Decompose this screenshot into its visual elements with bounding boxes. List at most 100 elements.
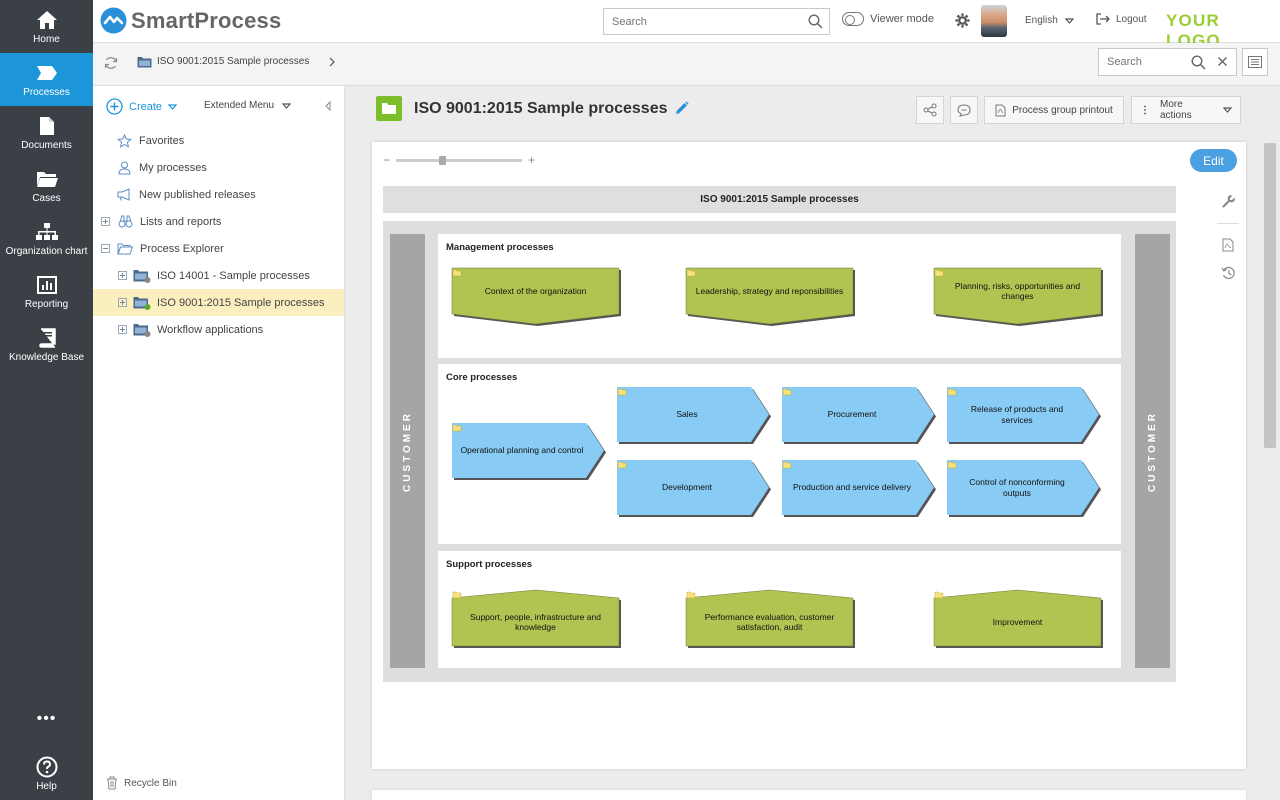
extended-menu[interactable]: Extended Menu <box>204 100 292 111</box>
nav-label: Knowledge Base <box>8 351 85 363</box>
tree-item-label: New published releases <box>139 188 256 201</box>
process-shape[interactable]: Support, people, infrastructure and know… <box>451 589 621 648</box>
nav-knowledge-base[interactable]: Knowledge Base <box>0 318 93 371</box>
tree-item-new-published-releases[interactable]: New published releases <box>115 181 256 208</box>
expand-icon[interactable] <box>118 271 127 280</box>
nav-label: Documents <box>21 139 72 151</box>
collapse-panel-icon[interactable] <box>325 101 331 111</box>
recycle-bin[interactable]: Recycle Bin <box>106 776 177 790</box>
explorer-search-input[interactable] <box>1099 49 1236 75</box>
nav-organization-chart[interactable]: Organization chart <box>0 212 93 265</box>
tree-item-label: Favorites <box>139 134 185 147</box>
language-selector[interactable]: English <box>1025 15 1074 26</box>
zoom-slider[interactable] <box>396 155 523 165</box>
help-button[interactable]: Help <box>0 748 93 800</box>
logout-button[interactable]: Logout <box>1096 13 1147 25</box>
search-icon[interactable] <box>808 14 823 29</box>
tree-item-iso-14001[interactable]: ISO 14001 - Sample processes <box>118 262 310 289</box>
folder-icon <box>376 96 402 121</box>
zoom-out-button[interactable]: − <box>383 153 390 167</box>
chevron-down-icon <box>1223 107 1232 113</box>
process-shape-label: Context of the organization <box>484 285 587 296</box>
expand-icon[interactable] <box>118 298 127 307</box>
zoom-control: − + <box>383 153 535 167</box>
process-map: ISO 9001:2015 Sample processes CUSTOMER … <box>383 186 1176 682</box>
search-icon[interactable] <box>1191 55 1206 70</box>
tree-item-iso-9001[interactable]: ISO 9001:2015 Sample processes <box>93 289 344 316</box>
nav-reporting[interactable]: Reporting <box>0 265 93 318</box>
comment-button[interactable] <box>950 96 978 124</box>
create-menu[interactable]: Create <box>106 98 178 115</box>
explorer-search[interactable] <box>1098 48 1237 76</box>
create-label: Create <box>129 100 163 113</box>
more-actions-button[interactable]: ⋮ More actions <box>1131 96 1241 124</box>
book-icon <box>35 327 59 349</box>
wrench-icon[interactable] <box>1221 194 1236 209</box>
tree-item-label: Process Explorer <box>140 242 224 255</box>
expand-icon[interactable] <box>118 325 127 334</box>
global-search-input[interactable] <box>604 9 829 34</box>
collapse-icon[interactable] <box>101 244 110 253</box>
process-shape[interactable]: Development <box>617 460 771 517</box>
nav-documents[interactable]: Documents <box>0 106 93 159</box>
process-shape[interactable]: Performance evaluation, customer satisfa… <box>685 589 855 648</box>
breadcrumb-item[interactable]: ISO 9001:2015 Sample processes <box>157 56 309 67</box>
process-shape[interactable]: Sales <box>617 387 771 444</box>
process-shape[interactable]: Procurement <box>782 387 936 444</box>
tree-item-my-processes[interactable]: My processes <box>115 154 207 181</box>
recycle-bin-label: Recycle Bin <box>124 777 177 789</box>
trash-icon <box>107 776 117 790</box>
tree-item-lists-and-reports[interactable]: Lists and reports <box>101 208 221 235</box>
folder-open-icon <box>116 243 134 255</box>
gear-icon[interactable] <box>955 13 970 28</box>
process-icon <box>35 62 59 84</box>
nav-processes[interactable]: Processes <box>0 53 93 106</box>
global-search[interactable] <box>603 8 830 35</box>
core-processes-section: Core processes Operational planning and … <box>438 364 1121 544</box>
support-processes-section: Support processes Support, people, infra… <box>438 551 1121 668</box>
process-shape[interactable]: Leadership, strategy and reponsibilities <box>685 267 855 326</box>
tree-item-favorites[interactable]: Favorites <box>115 127 184 154</box>
share-icon <box>923 103 937 117</box>
process-group-icon <box>133 269 151 283</box>
process-shape[interactable]: Improvement <box>933 589 1103 648</box>
history-icon[interactable] <box>1221 266 1236 280</box>
process-shape[interactable]: Operational planning and control <box>452 423 606 480</box>
megaphone-icon <box>115 188 133 201</box>
process-shape[interactable]: Release of products and services <box>947 387 1101 444</box>
process-shape[interactable]: Control of nonconforming outputs <box>947 460 1101 517</box>
customer-label: CUSTOMER <box>402 410 414 492</box>
process-group-printout-button[interactable]: Process group printout <box>984 96 1124 124</box>
zoom-slider-handle[interactable] <box>439 155 447 165</box>
share-button[interactable] <box>916 96 944 124</box>
process-shape-label: Release of products and services <box>970 404 1064 425</box>
more-menu-button[interactable]: ••• <box>0 700 93 738</box>
viewer-mode-toggle[interactable]: Viewer mode <box>842 12 934 26</box>
pdf-export-icon[interactable] <box>1222 238 1234 252</box>
toggle-switch[interactable] <box>842 12 864 26</box>
process-shape[interactable]: Production and service delivery <box>782 460 936 517</box>
expand-icon[interactable] <box>101 217 110 226</box>
process-shape-label: Improvement <box>992 616 1043 627</box>
refresh-icon[interactable] <box>104 56 118 70</box>
nav-label: Cases <box>32 192 61 204</box>
star-icon <box>115 133 133 148</box>
folder-icon <box>35 168 59 190</box>
clear-icon[interactable] <box>1217 56 1228 67</box>
zoom-in-button[interactable]: + <box>528 153 535 167</box>
vertical-scrollbar[interactable] <box>1264 143 1276 448</box>
user-avatar[interactable] <box>981 5 1007 37</box>
tree-item-process-explorer[interactable]: Process Explorer <box>101 235 224 262</box>
nav-cases[interactable]: Cases <box>0 159 93 212</box>
process-shape[interactable]: Context of the organization <box>451 267 621 326</box>
page-title: ISO 9001:2015 Sample processes <box>414 99 668 117</box>
help-icon <box>35 756 59 778</box>
edit-button[interactable]: Edit <box>1190 149 1237 172</box>
chevron-right-icon[interactable] <box>329 57 335 67</box>
process-shape[interactable]: Planning, risks, opportunities and chang… <box>933 267 1103 326</box>
list-view-button[interactable] <box>1242 48 1268 76</box>
edit-pencil-icon[interactable] <box>674 101 689 116</box>
tree-item-workflow-applications[interactable]: Workflow applications <box>118 316 263 343</box>
brand-logo[interactable]: SmartProcess <box>100 7 281 34</box>
nav-home[interactable]: Home <box>0 0 93 53</box>
